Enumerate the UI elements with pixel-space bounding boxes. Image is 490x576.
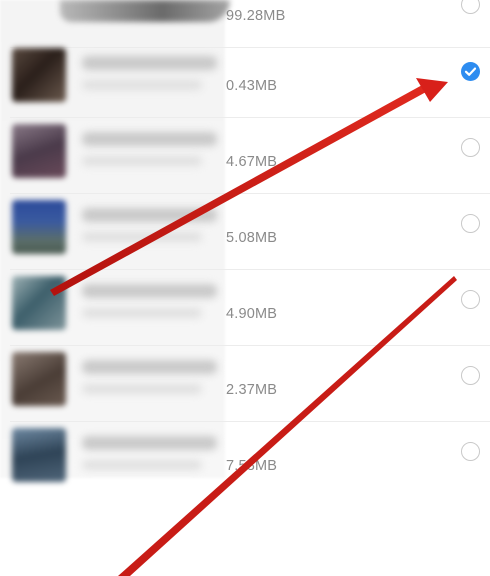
file-size: 7.58MB — [226, 458, 278, 474]
file-size: 4.67MB — [226, 154, 278, 170]
file-row[interactable]: 4.90MB — [0, 270, 490, 346]
file-info-blurred — [82, 384, 202, 394]
file-row[interactable]: 5.08MB — [0, 194, 490, 270]
file-size: 99.28MB — [226, 8, 286, 24]
file-row[interactable]: 99.28MB — [0, 0, 490, 48]
file-name-blurred — [82, 132, 217, 146]
file-thumbnail — [12, 352, 66, 406]
select-radio[interactable] — [461, 442, 480, 461]
file-row[interactable]: 0.43MB — [0, 42, 490, 118]
file-row[interactable]: 2.37MB — [0, 346, 490, 422]
file-thumbnail — [12, 276, 66, 330]
file-info-blurred — [82, 156, 202, 166]
file-size: 4.90MB — [226, 306, 278, 322]
file-size: 5.08MB — [226, 230, 278, 246]
file-info-blurred — [82, 80, 202, 90]
select-radio[interactable] — [461, 0, 480, 14]
select-radio[interactable] — [461, 366, 480, 385]
file-row[interactable]: 4.67MB — [0, 118, 490, 194]
select-radio[interactable] — [461, 138, 480, 157]
file-name-blurred — [82, 436, 217, 450]
file-row[interactable]: 7.58MB — [0, 422, 490, 498]
file-size: 0.43MB — [226, 78, 278, 94]
select-radio-checked[interactable] — [461, 62, 480, 81]
select-radio[interactable] — [461, 290, 480, 309]
file-name-blurred — [82, 284, 217, 298]
file-info-blurred — [82, 308, 202, 318]
file-info-blurred — [82, 460, 202, 470]
file-name-blurred — [82, 56, 217, 70]
file-thumbnail — [12, 428, 66, 482]
file-thumbnail — [12, 48, 66, 102]
file-info-blurred — [82, 232, 202, 242]
checkmark-icon — [464, 67, 477, 76]
file-name-blurred — [82, 360, 217, 374]
file-selection-screen: 99.28MB 0.43MB 4.67MB 5.08MB 4.90MB 2.37… — [0, 0, 490, 576]
file-thumbnail — [12, 124, 66, 178]
file-thumbnail — [12, 200, 66, 254]
file-size: 2.37MB — [226, 382, 278, 398]
file-name-blurred — [82, 208, 217, 222]
select-radio[interactable] — [461, 214, 480, 233]
